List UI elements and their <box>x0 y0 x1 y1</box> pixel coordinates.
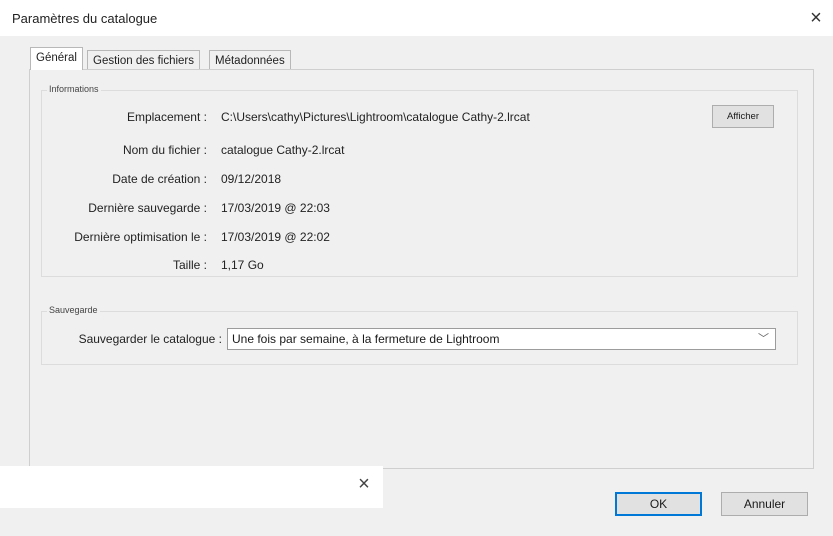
sauvegarde-title: Sauvegarde <box>47 305 100 315</box>
tab-gestion-fichiers[interactable]: Gestion des fichiers <box>87 50 200 70</box>
derniere-sauvegarde-value: 17/03/2019 @ 22:03 <box>221 201 330 215</box>
taille-value: 1,17 Go <box>221 258 264 272</box>
tab-general[interactable]: Général <box>30 47 83 70</box>
informations-title: Informations <box>47 84 101 94</box>
nom-fichier-value: catalogue Cathy-2.lrcat <box>221 143 345 157</box>
nom-fichier-label: Nom du fichier : <box>122 143 207 157</box>
tab-metadonnees[interactable]: Métadonnées <box>209 50 291 70</box>
afficher-button[interactable]: Afficher <box>712 105 774 128</box>
derniere-sauvegarde-label: Dernière sauvegarde : <box>88 201 207 215</box>
notification-overlay: × <box>0 466 383 508</box>
title-bar: Paramètres du catalogue × <box>0 0 833 36</box>
emplacement-value: C:\Users\cathy\Pictures\Lightroom\catalo… <box>221 110 530 124</box>
close-icon[interactable]: × <box>351 471 377 497</box>
derniere-optimisation-value: 17/03/2019 @ 22:02 <box>221 230 330 244</box>
taille-label: Taille : <box>172 258 207 272</box>
derniere-optimisation-label: Dernière optimisation le : <box>74 230 207 244</box>
annuler-button[interactable]: Annuler <box>721 492 808 516</box>
close-icon[interactable]: × <box>803 5 829 31</box>
date-creation-label: Date de création : <box>112 172 207 186</box>
sauvegarde-frequency-select[interactable]: Une fois par semaine, à la fermeture de … <box>227 328 776 350</box>
window-title: Paramètres du catalogue <box>12 11 158 26</box>
ok-button[interactable]: OK <box>615 492 702 516</box>
chevron-down-icon: ﹀ <box>758 333 769 345</box>
emplacement-label: Emplacement : <box>126 110 207 124</box>
sauvegarde-frequency-value: Une fois par semaine, à la fermeture de … <box>232 332 500 346</box>
date-creation-value: 09/12/2018 <box>221 172 282 186</box>
sauvegarder-catalogue-label: Sauvegarder le catalogue : <box>78 332 222 346</box>
